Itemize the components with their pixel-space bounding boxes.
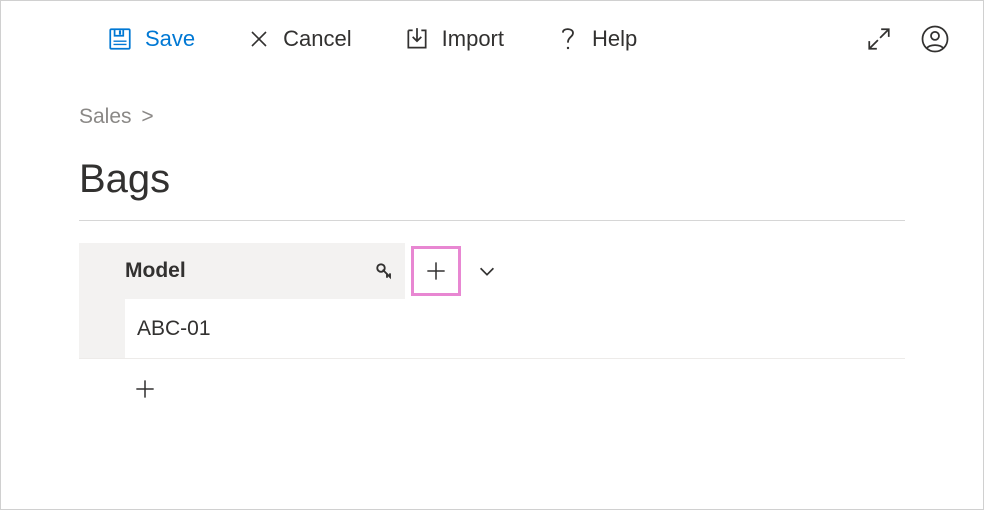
- account-button[interactable]: [915, 19, 955, 59]
- page-title: Bags: [79, 157, 905, 221]
- help-label: Help: [592, 26, 637, 52]
- breadcrumb-item[interactable]: Sales: [79, 105, 132, 128]
- import-button[interactable]: Import: [396, 22, 512, 56]
- import-icon: [404, 26, 430, 52]
- add-row: [79, 359, 905, 419]
- grid-header-row: Model: [79, 243, 905, 299]
- data-grid: Model: [79, 243, 905, 419]
- plus-icon: [132, 376, 158, 402]
- help-icon: [556, 24, 580, 54]
- plus-icon: [423, 258, 449, 284]
- table-row[interactable]: ABC-01: [79, 299, 905, 359]
- column-menu-button[interactable]: [467, 251, 507, 291]
- column-header-model[interactable]: Model: [79, 243, 405, 299]
- cancel-label: Cancel: [283, 26, 351, 52]
- breadcrumb[interactable]: Sales >: [79, 105, 905, 129]
- key-icon: [375, 262, 393, 280]
- cell-model[interactable]: ABC-01: [125, 299, 405, 358]
- help-button[interactable]: Help: [548, 20, 645, 58]
- column-header-label: Model: [125, 259, 367, 283]
- chevron-down-icon: [476, 260, 498, 282]
- save-button[interactable]: Save: [99, 22, 203, 56]
- account-icon: [920, 24, 950, 54]
- cancel-button[interactable]: Cancel: [239, 22, 359, 56]
- row-gutter[interactable]: [79, 299, 125, 358]
- breadcrumb-separator: >: [141, 105, 153, 128]
- import-label: Import: [442, 26, 504, 52]
- expand-icon: [866, 26, 892, 52]
- cell-value: ABC-01: [137, 317, 211, 341]
- add-row-button[interactable]: [125, 369, 165, 409]
- toolbar: Save Cancel Import Help: [1, 1, 983, 77]
- content: Sales > Bags Model: [1, 105, 983, 419]
- expand-button[interactable]: [859, 19, 899, 59]
- save-icon: [107, 26, 133, 52]
- add-column-button[interactable]: [411, 246, 461, 296]
- close-icon: [247, 27, 271, 51]
- save-label: Save: [145, 26, 195, 52]
